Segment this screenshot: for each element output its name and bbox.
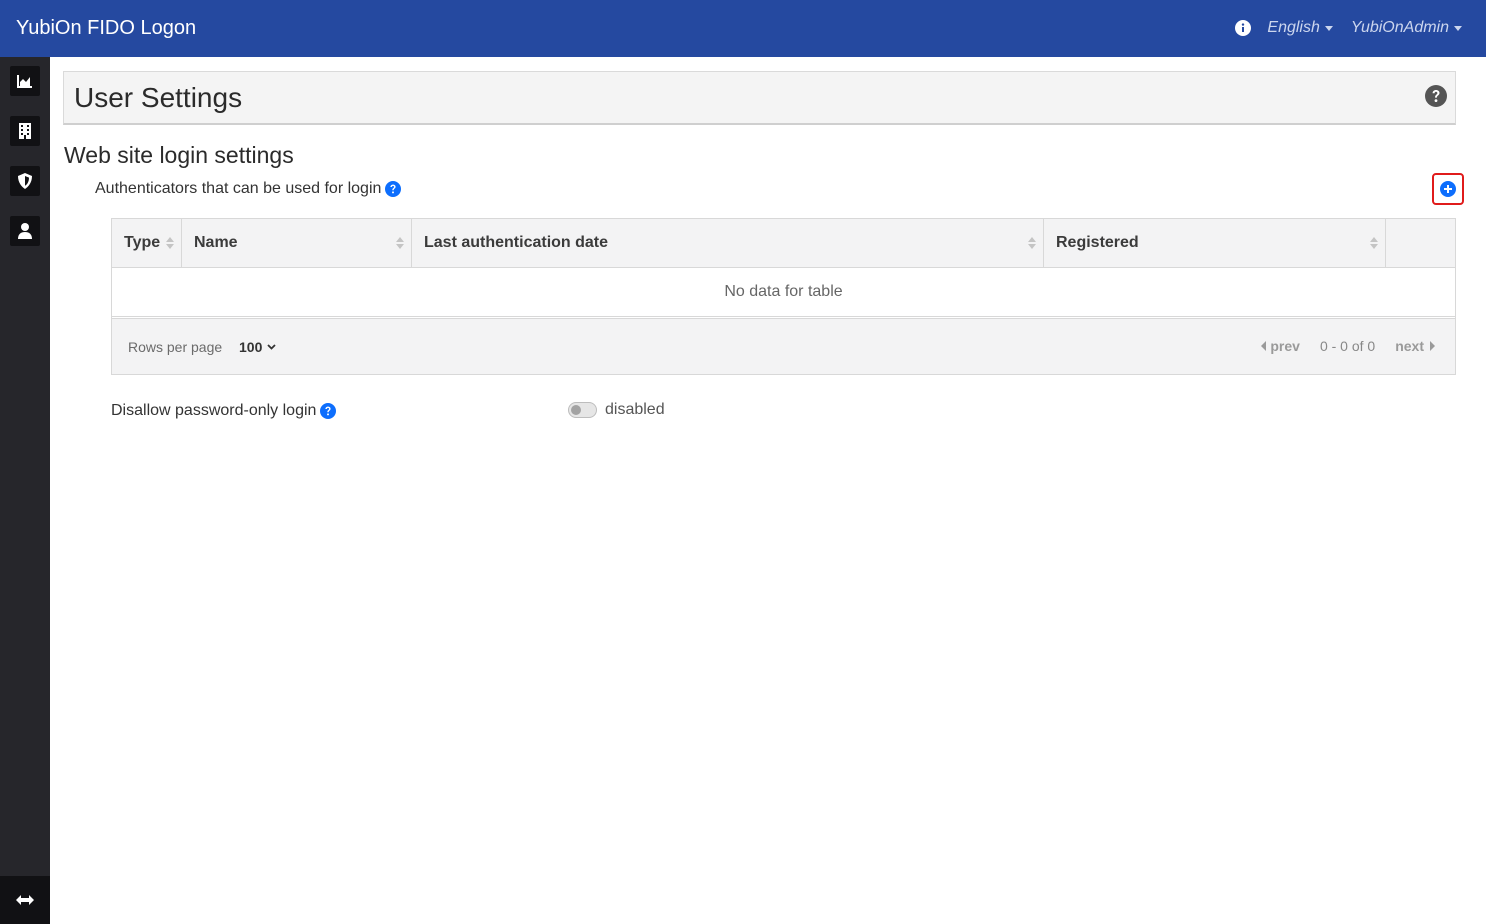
authenticators-table: Type Name Last authentication date Regis… [111,218,1456,375]
question-circle-icon[interactable] [385,181,402,197]
table-empty-message: No data for table [112,268,1455,317]
pagination: prev 0 - 0 of 0 next [1261,338,1435,354]
column-header-type[interactable]: Type [112,219,182,267]
user-label: YubiOnAdmin [1350,19,1449,36]
add-authenticator-button[interactable] [1432,173,1464,205]
top-navbar: YubiOn FIDO Logon English YubiOnAdmin [0,0,1486,57]
column-header-last-auth-date[interactable]: Last authentication date [412,219,1044,267]
page-range-info: 0 - 0 of 0 [1319,338,1376,354]
caret-down-icon [1324,25,1333,31]
plus-circle-icon [1440,181,1456,197]
sort-icon [1370,237,1378,249]
prev-page-button[interactable]: prev [1261,338,1300,354]
sidebar-item-dashboard[interactable] [10,66,40,96]
page-header: User Settings [63,71,1456,125]
caret-right-icon [1430,341,1435,351]
sidebar-item-security[interactable] [10,166,40,196]
rows-per-page-label: Rows per page [128,339,223,355]
page-title: User Settings [74,82,243,113]
building-icon [19,123,31,139]
sidebar-toggle-button[interactable] [0,876,50,924]
rows-per-page-select[interactable]: 100 [239,339,276,355]
user-dropdown[interactable]: YubiOnAdmin [1351,19,1462,37]
info-icon[interactable] [1235,20,1252,36]
sort-icon [396,237,404,249]
authenticators-label-text: Authenticators that can be used for logi… [95,180,382,197]
next-page-button[interactable]: next [1395,338,1435,354]
shield-icon [18,173,32,189]
sidebar [0,57,50,924]
chevron-down-icon [267,344,276,350]
password-only-toggle-row: disabled [568,401,665,419]
sidebar-item-user[interactable] [10,216,40,246]
column-header-name[interactable]: Name [182,219,412,267]
caret-down-icon [1454,25,1462,31]
password-only-toggle[interactable] [568,402,597,418]
toggle-state-text: disabled [605,401,665,418]
sidebar-item-organization[interactable] [10,116,40,146]
arrows-horizontal-icon [16,895,34,905]
language-label: English [1267,19,1320,36]
table-header: Type Name Last authentication date Regis… [112,219,1455,268]
caret-left-icon [1261,341,1267,351]
user-icon [18,223,32,239]
sort-icon [166,237,174,249]
toggle-knob [571,405,581,415]
question-circle-icon[interactable] [320,403,337,419]
disallow-password-only-label: Disallow password-only login [111,401,337,421]
section-title: Web site login settings [64,142,294,168]
column-header-actions [1386,219,1455,267]
column-header-registered[interactable]: Registered [1044,219,1386,267]
table-footer: Rows per page 100 prev 0 - 0 of 0 next [112,318,1455,374]
navbar-right: English YubiOnAdmin [1235,16,1462,40]
sort-icon [1028,237,1036,249]
language-dropdown[interactable]: English [1267,19,1333,37]
app-title[interactable]: YubiOn FIDO Logon [16,16,196,40]
chart-area-icon [17,75,32,88]
help-icon[interactable] [1425,85,1447,107]
authenticators-label: Authenticators that can be used for logi… [95,179,402,199]
disallow-password-only-text: Disallow password-only login [111,402,317,419]
